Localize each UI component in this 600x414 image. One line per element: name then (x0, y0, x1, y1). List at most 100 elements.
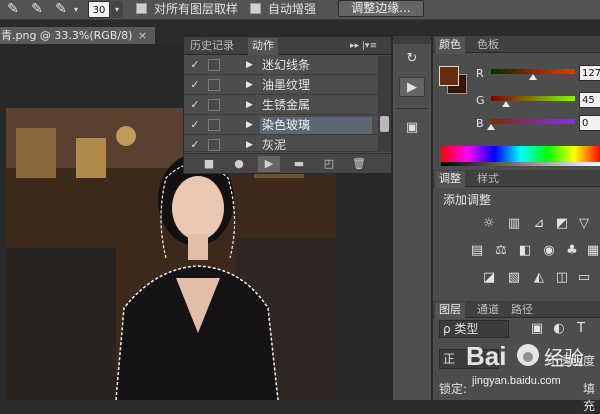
color-spectrum-ramp[interactable] (441, 146, 600, 162)
scrollbar-thumb[interactable] (380, 116, 389, 132)
green-slider-knob[interactable] (501, 101, 510, 107)
svg-text:Bai: Bai (466, 341, 506, 371)
history-icon[interactable]: ↻ (399, 49, 425, 69)
selective-color-icon[interactable]: ◫ (554, 270, 570, 286)
action-row[interactable]: ✓ ▶ 生锈金属 (184, 96, 378, 115)
tab-history[interactable]: 历史记录 (186, 38, 238, 55)
dialog-toggle-box[interactable] (208, 59, 220, 71)
brush-size-dropdown[interactable]: ▾ (111, 1, 123, 18)
action-row-selected[interactable]: ✓ ▶ 染色玻璃 (184, 116, 378, 135)
brightness-icon[interactable]: ☼ (481, 216, 497, 232)
actions-panel-tabbar: 历史记录 动作 ▸▸ |▾≡ (184, 37, 391, 55)
red-slider-knob[interactable] (528, 74, 537, 80)
brush-size-field[interactable]: 30 (88, 1, 110, 18)
brush-plus-icon[interactable]: ✎ (26, 1, 48, 18)
refine-edge-button[interactable]: 调整边缘... (338, 0, 424, 17)
close-icon[interactable]: × (138, 27, 152, 44)
action-row[interactable]: ✓ ▶ 迷幻线条 (184, 56, 378, 75)
document-tab[interactable]: 青.png @ 33.3%(RGB/8) (0, 27, 155, 44)
actions-panel: 历史记录 动作 ▸▸ |▾≡ ✓ ▶ 迷幻线条 ✓ ▶ 油墨纹理 ✓ ▶ 生锈金… (183, 36, 392, 174)
balance-icon[interactable]: ⚖ (493, 243, 509, 259)
actions-scrollbar[interactable] (378, 56, 391, 152)
panel-menu-icon[interactable]: ▸▸ |▾≡ (350, 38, 377, 54)
photo-filter-icon[interactable]: ◉ (541, 243, 557, 259)
action-toggle-checkmark-icon[interactable]: ✓ (188, 58, 202, 72)
tab-layers[interactable]: 图层 (435, 302, 465, 319)
stop-icon[interactable]: ■ (198, 156, 220, 172)
expand-triangle-icon[interactable]: ▶ (246, 78, 253, 92)
tab-paths[interactable]: 路径 (507, 302, 537, 319)
watermark-url: jingyan.baidu.com (472, 375, 561, 387)
color-panel-tabbar: 颜色 色板 (433, 36, 600, 54)
foreground-color-swatch[interactable] (439, 66, 459, 86)
channel-label-b: B (476, 117, 484, 130)
green-value-field[interactable]: 45 (579, 92, 600, 108)
record-icon[interactable]: ● (228, 156, 250, 172)
expand-triangle-icon[interactable]: ▶ (246, 58, 253, 72)
threshold-icon[interactable]: ◭ (531, 270, 547, 286)
3d-cube-icon[interactable]: ▣ (399, 118, 425, 138)
blue-value-field[interactable]: 0 (579, 115, 600, 131)
red-value-field[interactable]: 127 (579, 65, 600, 81)
actions-play-icon[interactable]: ▶ (399, 77, 425, 97)
baidu-watermark: Bai 经验 jingyan.baidu.com (462, 327, 600, 397)
brush-picker-icon[interactable]: ▾ (74, 1, 86, 18)
dialog-toggle-box[interactable] (208, 79, 220, 91)
sample-all-layers-checkbox[interactable] (136, 3, 147, 14)
action-toggle-checkmark-icon[interactable]: ✓ (188, 138, 202, 151)
play-icon[interactable]: ▶ (258, 156, 280, 172)
action-name: 油墨纹理 (262, 78, 311, 92)
tab-actions[interactable]: 动作 (248, 38, 278, 55)
tab-channels[interactable]: 通道 (473, 302, 503, 319)
action-name: 染色玻璃 (260, 117, 372, 134)
action-toggle-checkmark-icon[interactable]: ✓ (188, 118, 202, 132)
channel-mixer-icon[interactable]: ♣ (564, 243, 580, 259)
action-toggle-checkmark-icon[interactable]: ✓ (188, 98, 202, 112)
adjustments-heading: 添加调整 (443, 193, 492, 207)
expand-triangle-icon[interactable]: ▶ (246, 98, 253, 112)
dialog-toggle-box[interactable] (208, 99, 220, 111)
invert-icon[interactable]: ◪ (481, 270, 497, 286)
dialog-toggle-box[interactable] (208, 139, 220, 151)
action-row[interactable]: ✓ ▶ 油墨纹理 (184, 76, 378, 95)
tab-color[interactable]: 颜色 (435, 37, 465, 54)
tab-swatches[interactable]: 色板 (473, 37, 503, 54)
bw-icon[interactable]: ◧ (517, 243, 533, 259)
hue-icon[interactable]: ▤ (469, 243, 485, 259)
action-name: 生锈金属 (262, 98, 311, 112)
auto-enhance-checkbox[interactable] (250, 3, 261, 14)
strip-header (393, 36, 431, 44)
action-toggle-checkmark-icon[interactable]: ✓ (188, 78, 202, 92)
dialog-toggle-box[interactable] (208, 119, 220, 131)
levels-icon[interactable]: ▥ (506, 216, 522, 232)
grayscale-ramp[interactable] (441, 162, 600, 166)
sample-all-layers-label: 对所有图层取样 (154, 2, 239, 16)
gradient-map-icon[interactable]: ▭ (576, 270, 592, 286)
new-set-icon[interactable]: ▬ (288, 156, 310, 172)
new-action-icon[interactable]: ◰ (318, 156, 340, 172)
trash-icon[interactable]: 🗑 (348, 156, 370, 172)
curves-icon[interactable]: ⊿ (531, 216, 547, 232)
tab-styles[interactable]: 样式 (473, 171, 503, 188)
blue-slider-knob[interactable] (487, 124, 495, 130)
vibrance-icon[interactable]: ▽ (576, 216, 592, 232)
exposure-icon[interactable]: ◩ (554, 216, 570, 232)
action-name: 迷幻线条 (262, 58, 311, 72)
tab-adjustments[interactable]: 调整 (435, 171, 465, 188)
blue-slider-track[interactable] (491, 119, 575, 124)
brush-minus-icon[interactable]: ✎ (50, 1, 72, 18)
adjustments-panel-tabbar: 调整 样式 (433, 170, 600, 188)
channel-label-r: R (476, 67, 484, 80)
action-name: 灰泥 (262, 138, 287, 152)
options-bar: ✎ ✎ ✎ ▾ 30 ▾ 对所有图层取样 自动增强 调整边缘... (0, 0, 600, 20)
actions-bottom-bar: ■ ● ▶ ▬ ◰ 🗑 (184, 153, 391, 173)
channel-label-g: G (476, 94, 485, 107)
auto-enhance-label: 自动增强 (268, 2, 317, 16)
posterize-icon[interactable]: ▧ (506, 270, 522, 286)
action-row[interactable]: ✓ ▶ 灰泥 (184, 136, 378, 152)
color-lookup-icon[interactable]: ▦ (585, 243, 600, 259)
expand-triangle-icon[interactable]: ▶ (246, 118, 253, 132)
collapsed-panel-strip: ↻ ▶ ▣ (392, 36, 432, 400)
expand-triangle-icon[interactable]: ▶ (246, 138, 253, 151)
brush-icon[interactable]: ✎ (2, 1, 24, 18)
